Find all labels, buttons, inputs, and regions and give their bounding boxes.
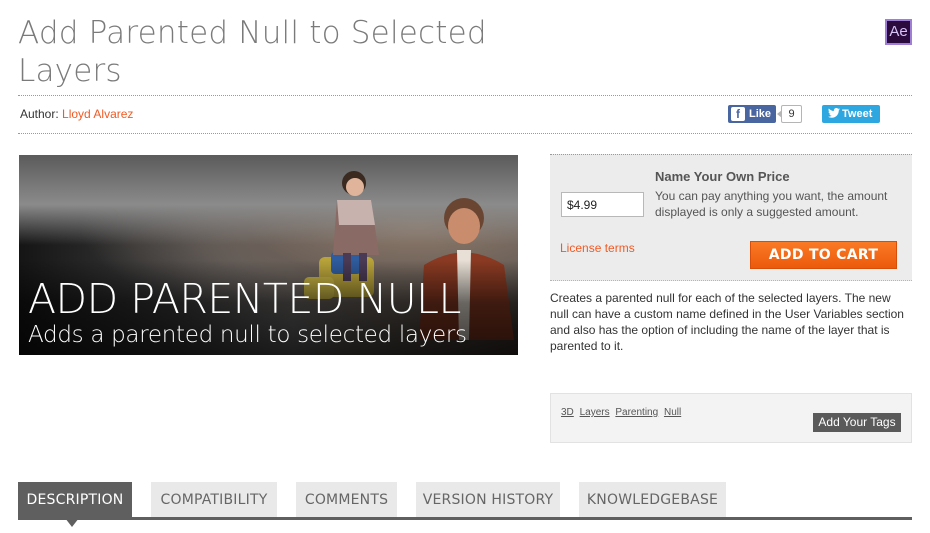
tab-compatibility[interactable]: COMPATIBILITY	[151, 482, 277, 518]
tag-link[interactable]: 3D	[561, 407, 574, 418]
page-title: Add Parented Null to Selected Layers	[18, 15, 487, 89]
like-count: 9	[777, 105, 802, 123]
price-input[interactable]	[561, 192, 644, 217]
tab-knowledgebase[interactable]: KNOWLEDGEBASE	[579, 482, 726, 518]
tag-list: 3D Layers Parenting Null	[561, 407, 684, 418]
hero-headline: ADD PARENTED NULL	[28, 275, 461, 323]
tag-link[interactable]: Parenting	[615, 407, 658, 418]
license-terms-link[interactable]: License terms	[560, 241, 635, 255]
pricing-panel: Name Your Own Price You can pay anything…	[550, 154, 912, 281]
facebook-like-button[interactable]: f Like	[728, 105, 776, 123]
author-line: Author: Lloyd Alvarez	[20, 107, 133, 121]
tweet-button[interactable]: Tweet	[822, 105, 880, 123]
divider	[18, 95, 912, 96]
twitter-bird-icon	[828, 107, 840, 121]
author-link[interactable]: Lloyd Alvarez	[62, 107, 133, 121]
pricing-description: You can pay anything you want, the amoun…	[655, 189, 888, 219]
add-your-tags-button[interactable]: Add Your Tags	[813, 413, 901, 432]
tag-link[interactable]: Layers	[580, 407, 610, 418]
product-description: Creates a parented null for each of the …	[550, 291, 904, 353]
tweet-label: Tweet	[842, 108, 873, 120]
divider	[18, 133, 912, 134]
tags-panel: 3D Layers Parenting Null Add Your Tags	[550, 393, 912, 443]
author-label: Author:	[20, 107, 59, 121]
product-image: ADD PARENTED NULL Adds a parented null t…	[19, 155, 518, 355]
tab-version-history[interactable]: VERSION HISTORY	[416, 482, 560, 518]
facebook-icon: f	[731, 107, 745, 121]
tab-description[interactable]: DESCRIPTION	[18, 482, 132, 527]
pricing-title: Name Your Own Price	[655, 169, 790, 184]
like-label: Like	[749, 108, 772, 120]
tag-link[interactable]: Null	[664, 407, 681, 418]
add-to-cart-button[interactable]: ADD TO CART	[750, 241, 897, 269]
hero-subheadline: Adds a parented null to selected layers	[28, 322, 467, 348]
tab-underline	[18, 517, 912, 520]
after-effects-icon: Ae	[885, 19, 912, 45]
tab-comments[interactable]: COMMENTS	[296, 482, 397, 518]
